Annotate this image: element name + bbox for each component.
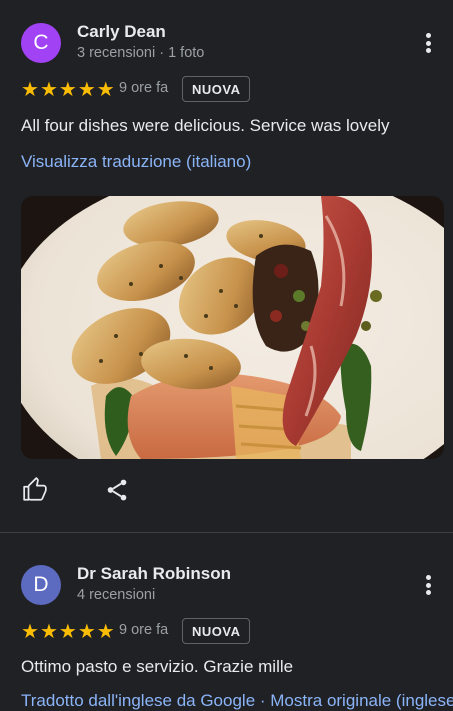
review-text: Ottimo pasto e servizio. Grazie mille <box>21 657 294 676</box>
review-card: D Dr Sarah Robinson 4 recensioni ★ ★ ★ ★… <box>0 533 453 710</box>
star-icon: ★ <box>58 619 77 643</box>
review-time: 9 ore fa <box>119 622 169 638</box>
star-icon: ★ <box>39 77 58 101</box>
review-photo[interactable] <box>21 196 444 459</box>
thumb-up-icon[interactable] <box>22 477 48 503</box>
star-icon: ★ <box>58 77 77 101</box>
star-icon: ★ <box>39 619 58 643</box>
reviewer-name[interactable]: Dr Sarah Robinson <box>77 564 231 584</box>
star-icon: ★ <box>77 619 96 643</box>
translation-note[interactable]: Tradotto dall'inglese da Google · Mostra… <box>21 691 453 711</box>
avatar[interactable]: D <box>21 565 61 605</box>
star-icon: ★ <box>96 619 115 643</box>
share-icon[interactable] <box>104 477 130 503</box>
more-vert-icon[interactable] <box>418 30 438 56</box>
new-badge: NUOVA <box>182 618 251 644</box>
avatar[interactable]: C <box>21 23 61 63</box>
star-icon: ★ <box>21 77 39 101</box>
star-icon: ★ <box>96 77 115 101</box>
reviewer-name[interactable]: Carly Dean <box>77 22 166 42</box>
reviewer-meta: 4 recensioni <box>77 587 156 603</box>
star-icon: ★ <box>21 619 39 643</box>
review-time: 9 ore fa <box>119 80 169 96</box>
review-text: All four dishes were delicious. Service … <box>21 116 390 135</box>
star-rating: ★ ★ ★ ★ ★ <box>21 621 115 641</box>
new-badge: NUOVA <box>182 76 251 102</box>
avatar-letter: C <box>33 31 49 54</box>
avatar-letter: D <box>33 573 49 596</box>
star-icon: ★ <box>77 77 96 101</box>
star-rating: ★ ★ ★ ★ ★ <box>21 79 115 99</box>
review-card: C Carly Dean 3 recensioni · 1 foto ★ ★ ★… <box>0 0 453 532</box>
reviewer-meta: 3 recensioni · 1 foto <box>77 45 205 61</box>
more-vert-icon[interactable] <box>418 572 438 598</box>
translate-link[interactable]: Visualizza traduzione (italiano) <box>21 152 251 172</box>
food-photo-image <box>21 196 444 459</box>
